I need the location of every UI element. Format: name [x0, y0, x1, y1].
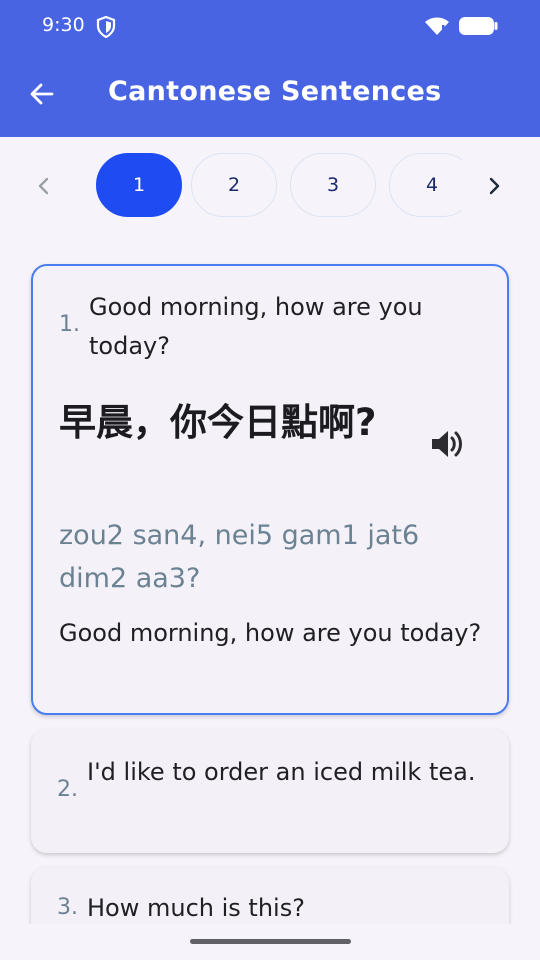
page-pill-4[interactable]: 4: [389, 153, 462, 217]
chevron-left-icon: [38, 177, 49, 195]
arrow-left-icon: [30, 83, 54, 105]
volume-icon[interactable]: [429, 426, 465, 462]
sentence-translation: Good morning, how are you today?: [59, 619, 482, 647]
battery-icon: [459, 17, 498, 35]
shield-icon: [96, 16, 116, 38]
page-pills: 1 2 3 4: [92, 150, 462, 222]
page-selector: 1 2 3 4: [0, 150, 540, 222]
sentence-english: Good morning, how are you today?: [89, 293, 423, 360]
top-app-header: 9:30 Cantonese Sentences: [0, 0, 540, 137]
sentence-number: 3.: [57, 895, 78, 920]
sentence-card-3[interactable]: 3. How much is this?: [31, 867, 509, 924]
wifi-icon: [425, 17, 449, 35]
sentence-number: 2.: [57, 777, 78, 802]
sentence-number: 1.: [59, 312, 80, 337]
sentence-jyutping: zou2 san4, nei5 gam1 jat6 dim2 aa3?: [59, 520, 420, 594]
chevron-right-icon: [489, 177, 500, 195]
page-pill-2[interactable]: 2: [191, 153, 277, 217]
page-pill-3[interactable]: 3: [290, 153, 376, 217]
page-title: Cantonese Sentences: [108, 76, 442, 107]
sentence-card-2[interactable]: 2. I'd like to order an iced milk tea.: [31, 729, 509, 853]
sentence-chinese: 早晨，你今日點啊?: [59, 401, 377, 444]
sentence-english: I'd like to order an iced milk tea.: [87, 758, 476, 786]
sentence-card-1[interactable]: 1. Good morning, how are you today? 早晨，你…: [31, 264, 509, 715]
status-time: 9:30: [42, 14, 85, 36]
sentence-list: 1. Good morning, how are you today? 早晨，你…: [0, 248, 540, 924]
previous-page-button[interactable]: [28, 170, 60, 202]
back-button[interactable]: [22, 74, 62, 114]
sentence-english: How much is this?: [87, 894, 305, 922]
page-pill-1[interactable]: 1: [96, 153, 182, 217]
home-indicator[interactable]: [190, 939, 351, 944]
status-bar: 9:30: [0, 0, 540, 52]
app-bar: Cantonese Sentences: [0, 52, 540, 137]
next-page-button[interactable]: [478, 170, 510, 202]
